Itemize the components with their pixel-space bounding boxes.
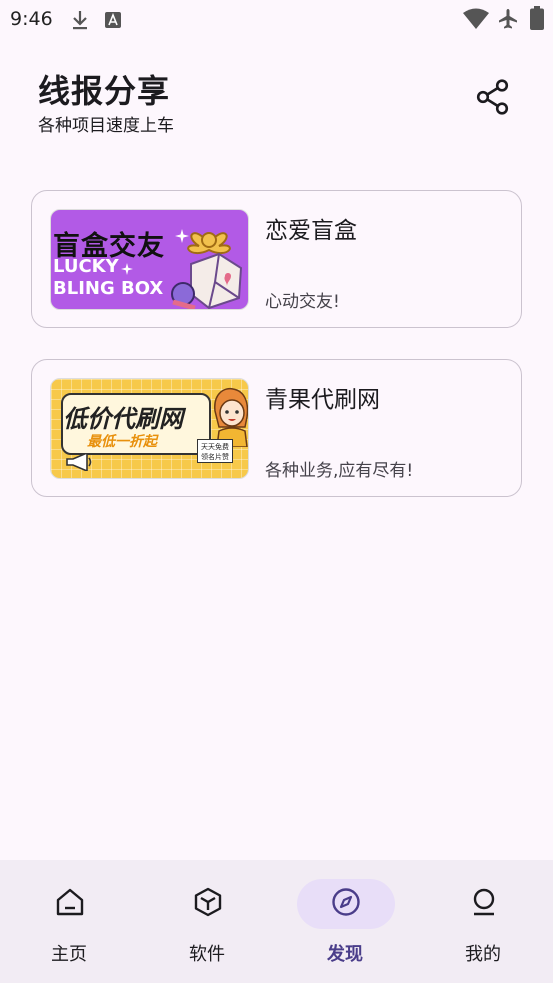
text-a-icon <box>104 11 122 33</box>
card-title: 恋爱盲盒 <box>265 218 357 244</box>
page-subtitle: 各种项目速度上车 <box>38 116 174 136</box>
page-title: 线报分享 <box>38 72 171 110</box>
share-button[interactable] <box>470 76 516 122</box>
thumbnail-sign: 天天免费 领名片赞 <box>197 439 233 463</box>
thumbnail-subline: 最低一折起 <box>87 434 157 450</box>
thumbnail-line: BLING BOX <box>53 278 164 299</box>
card-thumbnail: 盲盒交友 LUCKY BLING BOX <box>50 209 249 310</box>
nav-label: 软件 <box>189 944 225 965</box>
card-description: 各种业务,应有尽有! <box>265 461 414 481</box>
megaphone-icon <box>65 451 93 475</box>
card-thumbnail: 低价代刷网 最低一折起 天天免费 领名片赞 <box>50 378 249 479</box>
nav-pill <box>435 879 533 929</box>
thumbnail-line: LUCKY <box>53 256 119 277</box>
cube-icon <box>192 886 224 922</box>
nav-item-profile[interactable]: 我的 <box>414 860 552 983</box>
nav-item-home[interactable]: 主页 <box>0 860 138 983</box>
compass-icon <box>330 886 362 922</box>
thumbnail-sign-text: 天天免费 领名片赞 <box>201 443 229 461</box>
card-description: 心动交友! <box>265 292 340 312</box>
status-bar: 9:46 <box>0 0 553 40</box>
nav-pill <box>159 879 257 929</box>
sparkle-icon <box>121 260 133 279</box>
nav-item-discover[interactable]: 发现 <box>276 860 414 983</box>
nav-pill-active <box>297 879 395 929</box>
nav-pill <box>21 879 119 929</box>
nav-label: 发现 <box>327 944 363 965</box>
thumbnail-headline: 低价代刷网 <box>63 405 183 433</box>
card-lucky-box[interactable]: 盲盒交友 LUCKY BLING BOX 恋爱盲盒 心动交友! <box>31 190 522 328</box>
battery-icon <box>530 6 544 34</box>
status-time: 9:46 <box>10 8 53 30</box>
card-title: 青果代刷网 <box>265 387 380 413</box>
airplane-icon <box>496 7 520 35</box>
nav-label: 主页 <box>51 944 87 965</box>
share-icon <box>476 79 510 119</box>
bottom-navigation: 主页 软件 发现 我的 <box>0 860 553 983</box>
download-icon <box>70 9 90 35</box>
nav-item-software[interactable]: 软件 <box>138 860 276 983</box>
wifi-icon <box>463 8 489 34</box>
gift-box-icon <box>169 216 248 309</box>
home-icon <box>54 886 86 922</box>
card-qingguo[interactable]: 低价代刷网 最低一折起 天天免费 领名片赞 青果代刷网 各种业务,应有尽有! <box>31 359 522 497</box>
nav-label: 我的 <box>465 944 501 965</box>
person-icon <box>468 886 500 922</box>
